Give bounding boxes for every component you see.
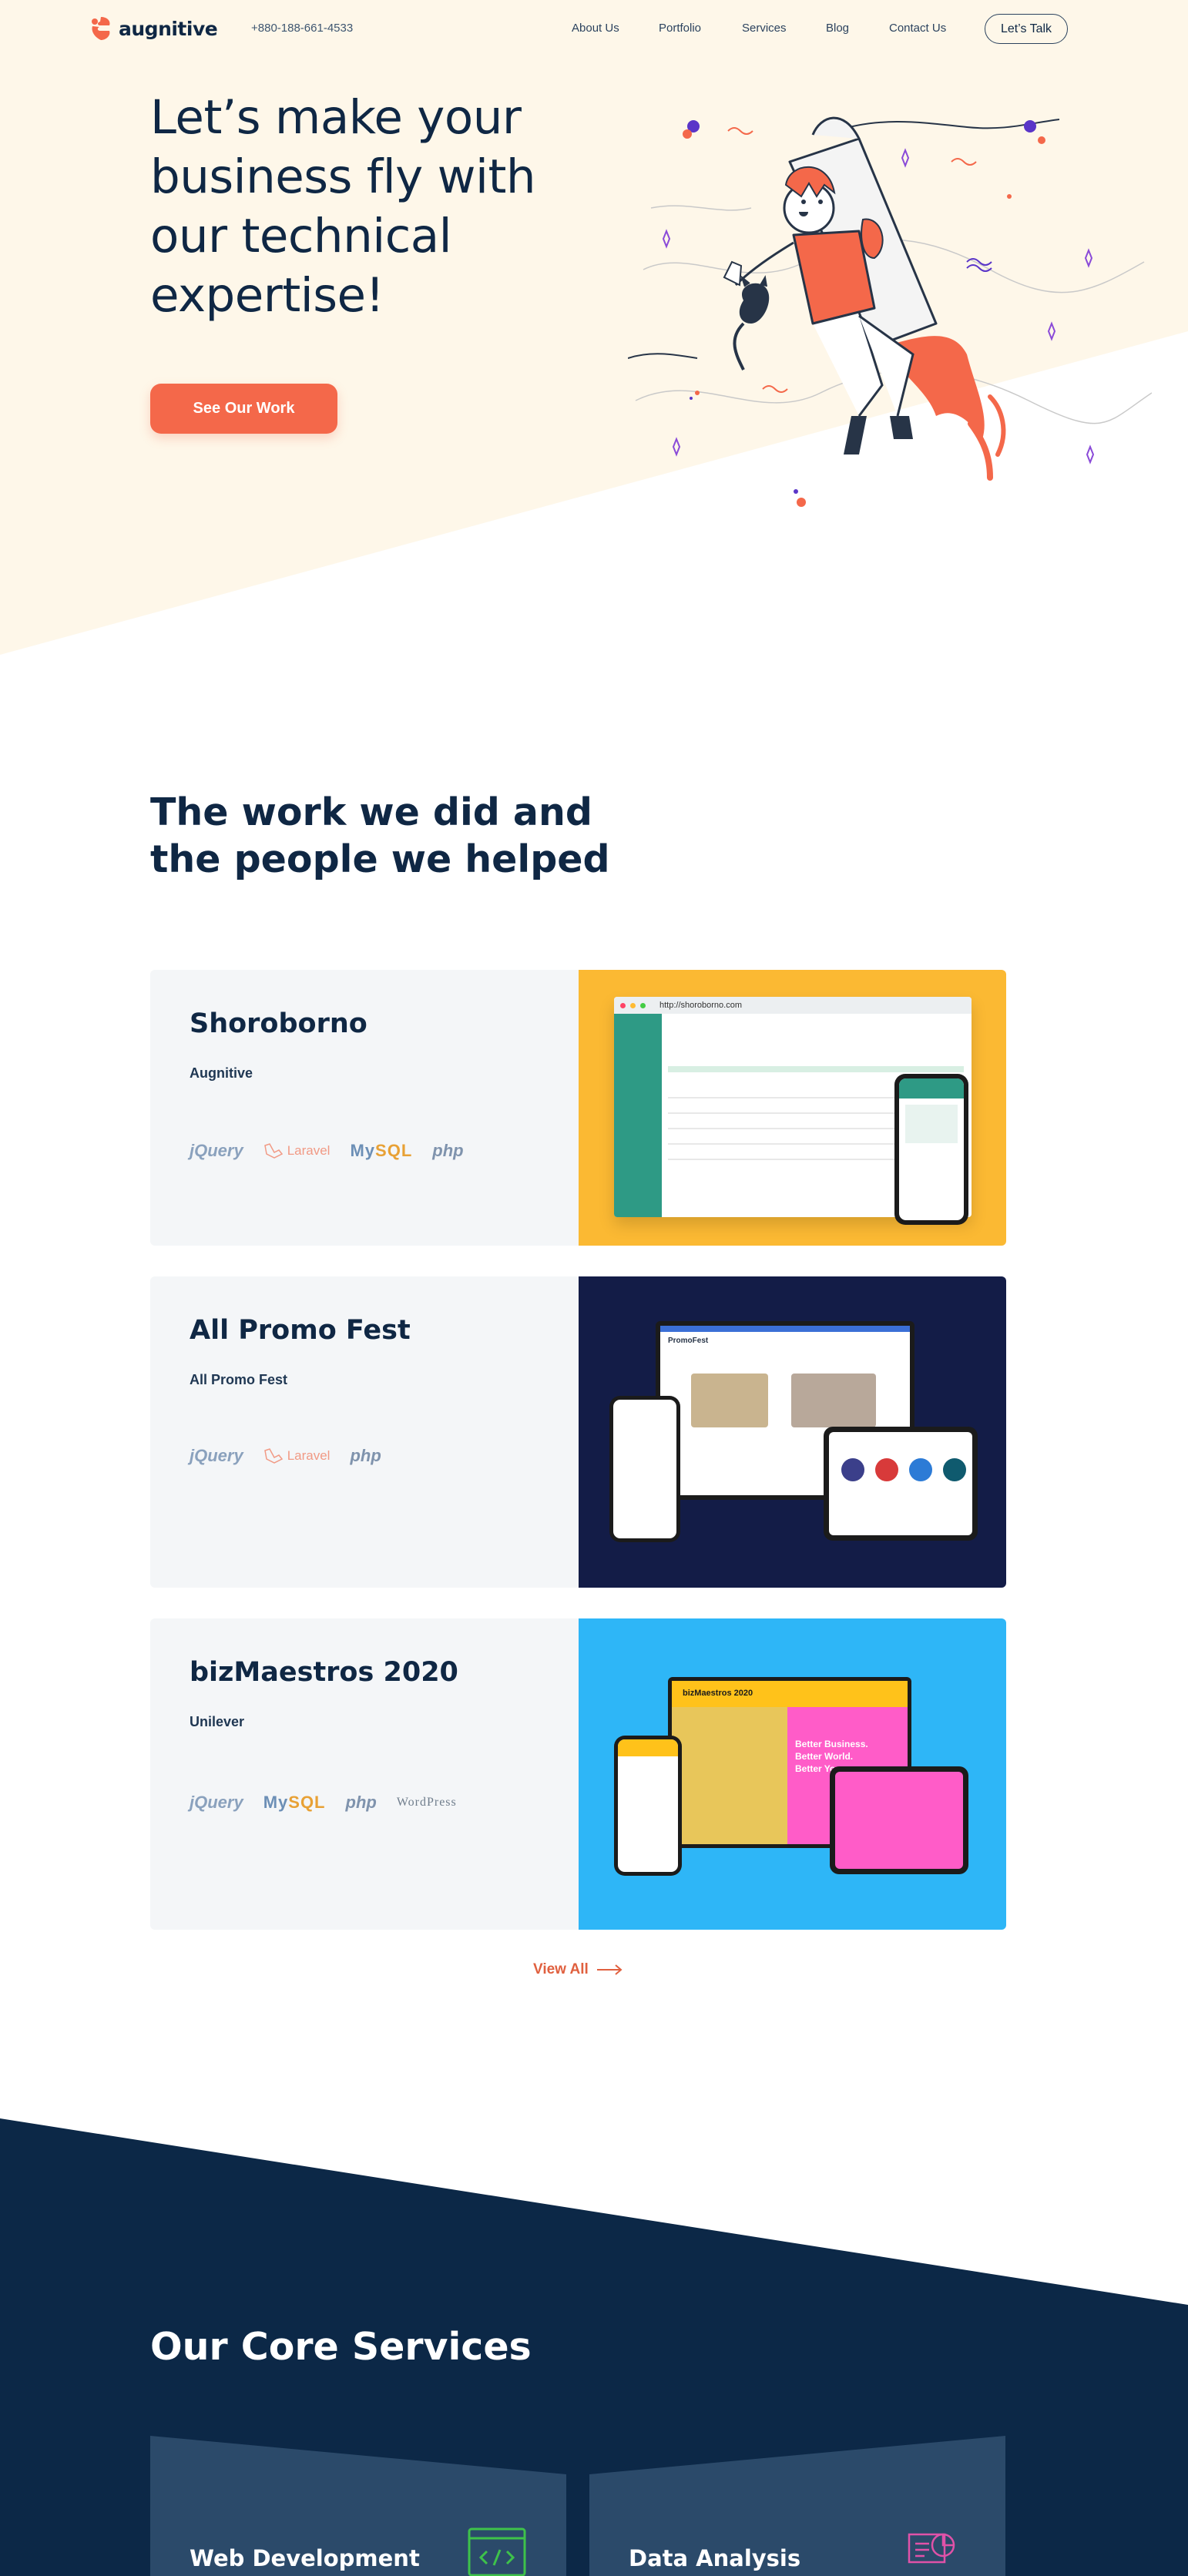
jquery-logo: jQuery: [190, 1793, 243, 1812]
phone-mockup: [609, 1396, 680, 1542]
view-all-label: View All: [533, 1961, 589, 1977]
tech-stack: jQuery Laravel php: [190, 1446, 381, 1466]
php-logo: php: [350, 1446, 381, 1465]
wordpress-logo: WordPress: [396, 1796, 457, 1809]
project-name: All Promo Fest: [190, 1315, 411, 1346]
top-navigation: augnitive +880-188-661-4533 About Us Por…: [0, 0, 1188, 57]
brand-logo[interactable]: augnitive: [89, 15, 218, 42]
project-name: Shoroborno: [190, 1008, 367, 1039]
phone-number[interactable]: +880-188-661-4533: [251, 22, 353, 35]
tech-stack: jQuery MySQL php WordPress: [190, 1793, 457, 1813]
work-heading-line: the people we helped: [150, 837, 610, 881]
project-card-all-promo-fest[interactable]: All Promo Fest All Promo Fest jQuery Lar…: [150, 1276, 1006, 1588]
mysql-logo: MySQL: [263, 1793, 326, 1812]
project-client: Unilever: [190, 1714, 245, 1729]
work-section-heading: The work we did and the people we helped: [150, 789, 612, 883]
project-card-shoroborno[interactable]: Shoroborno Augnitive jQuery Laravel MySQ…: [150, 970, 1006, 1246]
mysql-logo: MySQL: [350, 1141, 413, 1160]
tech-stack: jQuery Laravel MySQL php: [190, 1141, 464, 1161]
see-our-work-button[interactable]: See Our Work: [150, 384, 337, 434]
brand-name: augnitive: [119, 17, 218, 40]
phone-mockup: [894, 1074, 968, 1225]
tablet-mockup: [824, 1427, 978, 1541]
rocket-man-illustration: [628, 116, 1152, 507]
hero-line: Let’s make your: [150, 90, 522, 145]
project-info: bizMaestros 2020 Unilever jQuery MySQL p…: [150, 1618, 579, 1930]
jquery-logo: jQuery: [190, 1446, 243, 1465]
nav-contact-us[interactable]: Contact Us: [889, 22, 946, 35]
screen-brand: PromoFest: [668, 1337, 709, 1345]
project-visual: bizMaestros 2020 Better Business. Better…: [579, 1618, 1006, 1930]
project-info: Shoroborno Augnitive jQuery Laravel MySQ…: [150, 970, 579, 1246]
screen-tagline: Better Business.: [795, 1739, 868, 1749]
code-window-icon: [468, 2527, 526, 2576]
laravel-label: Laravel: [287, 1143, 331, 1158]
hero-heading: Let’s make your business fly with our te…: [150, 88, 582, 325]
view-all-link[interactable]: View All: [533, 1961, 623, 1978]
hero-line: expertise!: [150, 268, 384, 323]
service-name: Data Analysis: [629, 2545, 801, 2571]
project-visual: PromoFest: [579, 1276, 1006, 1588]
work-heading-line: The work we did and: [150, 790, 592, 834]
hero-line: our technical: [150, 209, 452, 263]
project-card-bizmaestros-2020[interactable]: bizMaestros 2020 Unilever jQuery MySQL p…: [150, 1618, 1006, 1930]
lets-talk-button[interactable]: Let’s Talk: [985, 14, 1068, 44]
laravel-icon: [263, 1143, 283, 1159]
arrow-right-icon: [596, 1964, 623, 1975]
laravel-icon: [263, 1448, 283, 1464]
laravel-logo: Laravel: [263, 1143, 331, 1159]
hero-line: business fly with: [150, 149, 536, 204]
nav-blog[interactable]: Blog: [826, 22, 849, 35]
augnitive-logo-icon: [92, 17, 110, 40]
project-name: bizMaestros 2020: [190, 1657, 458, 1688]
php-logo: php: [432, 1141, 464, 1160]
project-visual: http://shoroborno.com: [579, 970, 1006, 1246]
nav-portfolio[interactable]: Portfolio: [659, 22, 701, 35]
services-heading: Our Core Services: [150, 2325, 532, 2369]
project-client: All Promo Fest: [190, 1372, 288, 1387]
jquery-logo: jQuery: [190, 1141, 243, 1160]
data-analysis-icon: [908, 2533, 955, 2564]
service-name: Web Development: [190, 2545, 420, 2571]
project-info: All Promo Fest All Promo Fest jQuery Lar…: [150, 1276, 579, 1588]
tablet-mockup: [830, 1766, 968, 1874]
phone-mockup: [614, 1736, 682, 1876]
screen-brand: bizMaestros 2020: [672, 1681, 908, 1707]
php-logo: php: [345, 1793, 377, 1812]
project-client: Augnitive: [190, 1065, 253, 1081]
laravel-label: Laravel: [287, 1448, 331, 1463]
browser-url: http://shoroborno.com: [659, 1001, 743, 1010]
nav-about-us[interactable]: About Us: [572, 22, 619, 35]
screen-tagline: Better World.: [795, 1751, 854, 1762]
nav-services[interactable]: Services: [742, 22, 787, 35]
laravel-logo: Laravel: [263, 1448, 331, 1464]
